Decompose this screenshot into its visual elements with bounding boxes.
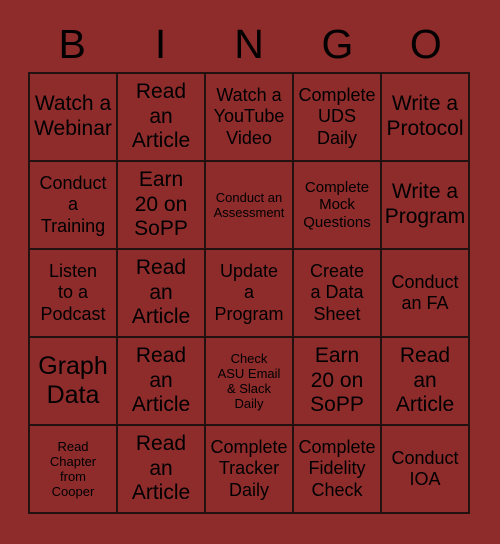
bingo-cell-label: Read an Article bbox=[131, 256, 191, 329]
bingo-cell-label: Update a Program bbox=[214, 261, 284, 324]
bingo-cell-r4c1[interactable]: Graph Data bbox=[30, 338, 118, 426]
bingo-cell-label: Conduct an Assessment bbox=[213, 189, 285, 220]
bingo-cell-label: Listen to a Podcast bbox=[40, 261, 106, 324]
bingo-cell-r3c2[interactable]: Read an Article bbox=[118, 250, 206, 338]
bingo-cell-r1c3[interactable]: Watch a YouTube Video bbox=[206, 74, 294, 162]
bingo-cell-label: Watch a Webinar bbox=[34, 92, 112, 140]
bingo-cell-r1c2[interactable]: Read an Article bbox=[118, 74, 206, 162]
bingo-cell-r2c3[interactable]: Conduct an Assessment bbox=[206, 162, 294, 250]
bingo-header: B I N G O bbox=[28, 16, 470, 72]
bingo-cell-label: Read an Article bbox=[395, 344, 455, 417]
bingo-cell-label: Earn 20 on SoPP bbox=[310, 344, 364, 417]
bingo-cell-label: Watch a YouTube Video bbox=[213, 85, 285, 148]
bingo-cell-label: Complete Tracker Daily bbox=[210, 437, 288, 500]
bingo-cell-r4c4[interactable]: Earn 20 on SoPP bbox=[294, 338, 382, 426]
bingo-cell-r3c4[interactable]: Create a Data Sheet bbox=[294, 250, 382, 338]
bingo-cell-r2c2[interactable]: Earn 20 on SoPP bbox=[118, 162, 206, 250]
bingo-cell-label: Earn 20 on SoPP bbox=[134, 168, 188, 241]
bingo-cell-r4c5[interactable]: Read an Article bbox=[382, 338, 470, 426]
bingo-cell-label: Read Chapter from Cooper bbox=[49, 438, 97, 500]
bingo-cell-r1c4[interactable]: Complete UDS Daily bbox=[294, 74, 382, 162]
bingo-cell-label: Complete UDS Daily bbox=[298, 85, 376, 148]
bingo-cell-r2c5[interactable]: Write a Program bbox=[382, 162, 470, 250]
bingo-cell-r4c2[interactable]: Read an Article bbox=[118, 338, 206, 426]
bingo-cell-r3c3[interactable]: Update a Program bbox=[206, 250, 294, 338]
bingo-grid: Watch a Webinar Read an Article Watch a Yo… bbox=[28, 72, 470, 514]
bingo-cell-label: Write a Program bbox=[384, 180, 466, 228]
bingo-cell-r1c1[interactable]: Watch a Webinar bbox=[30, 74, 118, 162]
bingo-cell-r1c5[interactable]: Write a Protocol bbox=[382, 74, 470, 162]
bingo-cell-label: Check ASU Email & Slack Daily bbox=[217, 350, 281, 412]
bingo-cell-r3c5[interactable]: Conduct an FA bbox=[382, 250, 470, 338]
bingo-card: B I N G O Watch a Webinar Read an Article… bbox=[0, 0, 500, 544]
bingo-cell-r5c4[interactable]: Complete Fidelity Check bbox=[294, 426, 382, 514]
bingo-cell-r2c4[interactable]: Complete Mock Questions bbox=[294, 162, 382, 250]
bingo-cell-r5c1[interactable]: Read Chapter from Cooper bbox=[30, 426, 118, 514]
bingo-cell-label: Write a Protocol bbox=[386, 92, 464, 140]
bingo-cell-r5c3[interactable]: Complete Tracker Daily bbox=[206, 426, 294, 514]
bingo-cell-label: Conduct a Training bbox=[39, 173, 107, 236]
bingo-cell-label: Read an Article bbox=[131, 80, 191, 153]
bingo-cell-label: Create a Data Sheet bbox=[309, 261, 365, 324]
bingo-header-letter-b: B bbox=[58, 20, 86, 67]
bingo-cell-label: Complete Mock Questions bbox=[303, 178, 371, 231]
bingo-cell-label: Read an Article bbox=[131, 344, 191, 417]
bingo-cell-r5c5[interactable]: Conduct IOA bbox=[382, 426, 470, 514]
bingo-header-letter-n: N bbox=[234, 20, 264, 67]
bingo-cell-r4c3[interactable]: Check ASU Email & Slack Daily bbox=[206, 338, 294, 426]
bingo-cell-label: Conduct IOA bbox=[391, 447, 459, 489]
bingo-cell-label: Conduct an FA bbox=[391, 271, 459, 313]
bingo-cell-label: Read an Article bbox=[131, 432, 191, 505]
bingo-cell-label: Graph Data bbox=[38, 351, 108, 409]
bingo-header-letter-i: I bbox=[154, 20, 167, 67]
bingo-header-letter-o: O bbox=[409, 20, 442, 67]
bingo-cell-label: Complete Fidelity Check bbox=[298, 437, 376, 500]
bingo-header-letter-g: G bbox=[321, 20, 354, 67]
bingo-cell-r3c1[interactable]: Listen to a Podcast bbox=[30, 250, 118, 338]
bingo-cell-r2c1[interactable]: Conduct a Training bbox=[30, 162, 118, 250]
bingo-cell-r5c2[interactable]: Read an Article bbox=[118, 426, 206, 514]
